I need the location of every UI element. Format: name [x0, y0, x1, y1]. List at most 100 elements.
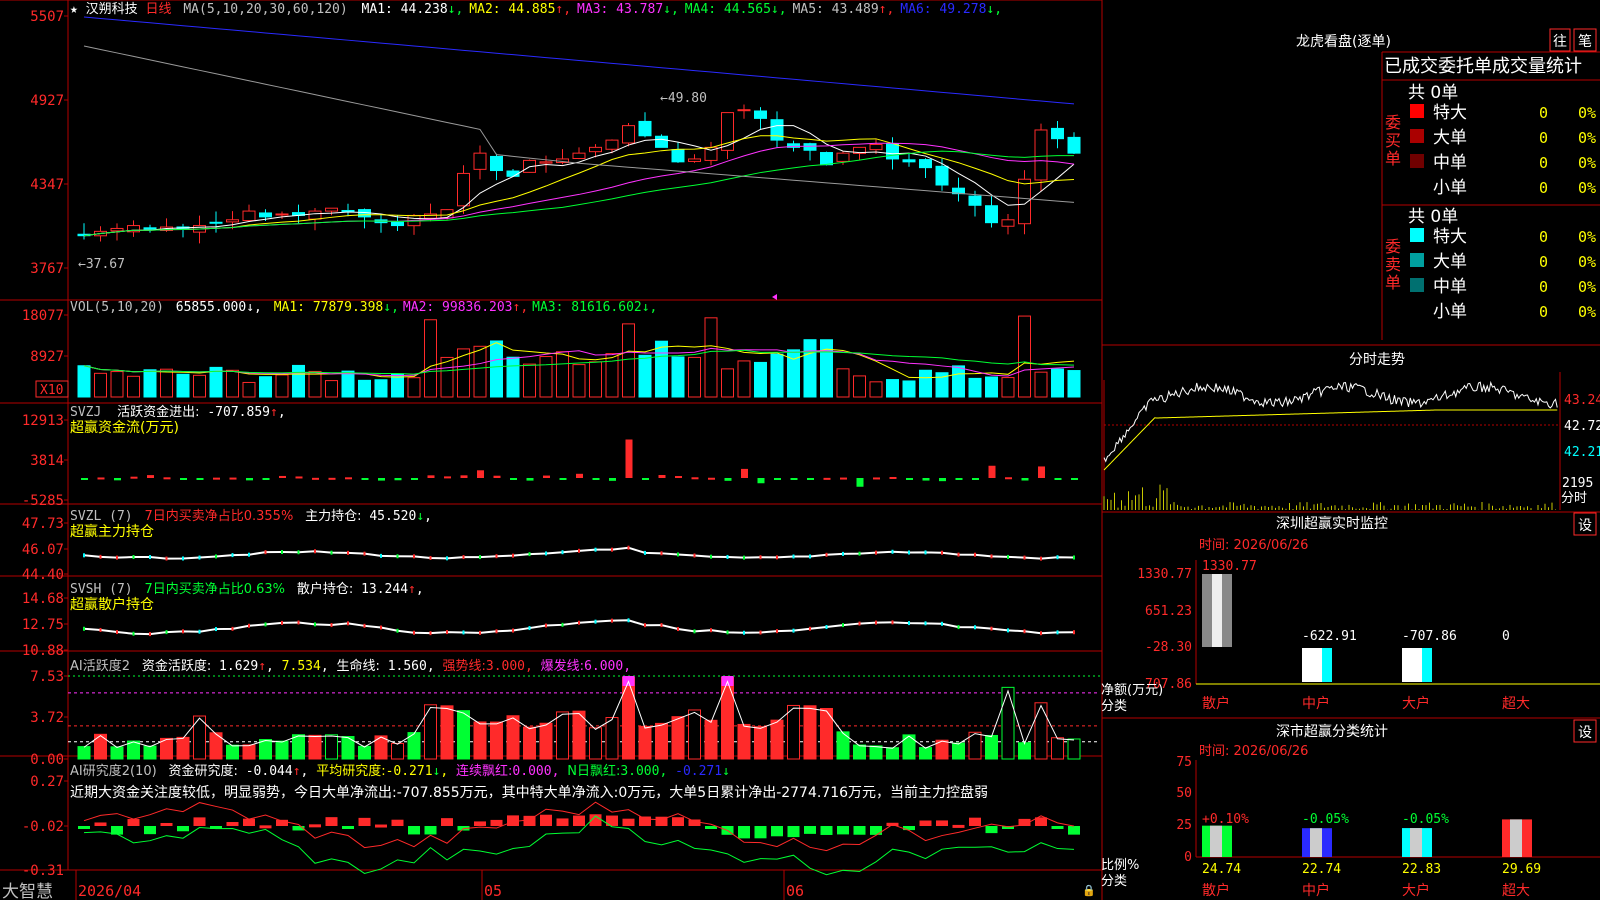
research-bar[interactable] — [358, 817, 371, 826]
research-bar[interactable] — [705, 826, 717, 829]
candle[interactable] — [473, 152, 487, 170]
activity-bar[interactable] — [589, 727, 602, 760]
activity-bar[interactable] — [721, 676, 734, 760]
volume-bar[interactable] — [886, 379, 899, 398]
volume-bar[interactable] — [160, 368, 173, 398]
research-bar[interactable] — [375, 824, 387, 828]
volume-bar[interactable] — [127, 375, 140, 398]
volume-bar[interactable] — [308, 370, 322, 398]
activity-bar[interactable] — [1001, 686, 1015, 760]
volume-bar[interactable] — [407, 377, 421, 398]
svzj-bar[interactable] — [427, 475, 435, 478]
activity-bar[interactable] — [506, 715, 520, 760]
volume-bar[interactable] — [737, 360, 751, 398]
activity-bar[interactable] — [605, 717, 619, 760]
activity-bar[interactable] — [754, 726, 767, 760]
svzj-bar[interactable] — [378, 478, 385, 481]
activity-bar[interactable] — [655, 722, 668, 760]
volume-bar[interactable] — [787, 349, 800, 398]
volume-bar[interactable] — [803, 339, 817, 398]
research-bar[interactable] — [1068, 826, 1080, 835]
svzj-bar[interactable] — [559, 478, 567, 480]
activity-bar[interactable] — [259, 739, 272, 760]
research-bar[interactable] — [1051, 826, 1064, 829]
activity-bar[interactable] — [770, 719, 784, 760]
research-bar[interactable] — [738, 826, 750, 839]
volume-bar[interactable] — [836, 368, 850, 398]
research-bar[interactable] — [837, 826, 849, 835]
activity-bar[interactable] — [622, 676, 635, 760]
activity-bar[interactable] — [985, 734, 998, 760]
research-bar[interactable] — [556, 818, 569, 826]
activity-bar[interactable] — [358, 745, 371, 760]
research-bar[interactable] — [754, 826, 767, 839]
candle[interactable] — [226, 219, 239, 223]
candle[interactable] — [968, 195, 982, 206]
research-bar[interactable] — [342, 826, 354, 829]
class-settings-label[interactable]: 设 — [1578, 725, 1592, 741]
candle[interactable] — [803, 143, 817, 151]
candle[interactable] — [259, 212, 272, 218]
research-bar[interactable] — [391, 819, 404, 826]
volume-bar[interactable] — [589, 361, 602, 398]
volume-bar[interactable] — [110, 371, 124, 398]
candle[interactable] — [836, 152, 850, 162]
volume-bar[interactable] — [292, 364, 305, 398]
activity-bar[interactable] — [275, 740, 289, 760]
activity-bar[interactable] — [556, 711, 569, 760]
activity-bar[interactable] — [226, 744, 239, 760]
research-bar[interactable] — [474, 821, 486, 826]
intraday-title[interactable]: 分时走势 — [1349, 352, 1405, 368]
activity-bar[interactable] — [490, 721, 503, 760]
svzj-bar[interactable] — [675, 476, 682, 479]
activity-bar[interactable] — [325, 734, 338, 760]
svzj-bar[interactable] — [543, 475, 550, 478]
activity-bar[interactable] — [242, 744, 256, 760]
svzj-bar[interactable] — [642, 478, 649, 480]
research-bar[interactable] — [787, 826, 800, 838]
svzj-bar[interactable] — [246, 478, 253, 481]
svzj-bar[interactable] — [130, 476, 138, 479]
svzj-bar[interactable] — [757, 478, 765, 484]
research-bar[interactable] — [688, 819, 701, 826]
tab-tick-label[interactable]: 笔 — [1578, 34, 1592, 50]
volume-bar[interactable] — [1018, 315, 1031, 398]
volume-bar[interactable] — [358, 379, 371, 398]
activity-bar[interactable] — [1067, 738, 1081, 760]
candle[interactable] — [770, 119, 784, 141]
svzj-chart[interactable] — [81, 439, 1078, 487]
activity-bar[interactable] — [704, 719, 718, 760]
price-chart[interactable] — [77, 16, 1081, 300]
candle[interactable] — [985, 205, 998, 224]
volume-bar[interactable] — [275, 374, 289, 398]
svzj-bar[interactable] — [576, 473, 583, 478]
activity-bar[interactable] — [77, 746, 91, 760]
volume-bar[interactable] — [176, 373, 190, 398]
volume-bar[interactable] — [869, 381, 883, 398]
activity-bar[interactable] — [1051, 737, 1064, 760]
svzj-bar[interactable] — [972, 478, 979, 480]
volume-bar[interactable] — [721, 368, 734, 398]
svzj-bar[interactable] — [312, 477, 319, 480]
svzj-bar[interactable] — [229, 477, 237, 480]
svzj-bar[interactable] — [493, 475, 501, 478]
activity-bar[interactable] — [391, 742, 404, 760]
research-bar[interactable] — [919, 820, 932, 826]
ai-research-chart[interactable] — [78, 801, 1080, 876]
svzj-bar[interactable] — [840, 477, 847, 480]
svzj-bar[interactable] — [262, 478, 270, 480]
volume-chart[interactable] — [77, 315, 1081, 398]
volume-bar[interactable] — [919, 369, 932, 398]
svzj-bar[interactable] — [724, 478, 732, 481]
candle[interactable] — [341, 209, 355, 212]
svzj-bar[interactable] — [279, 475, 286, 478]
volume-bar[interactable] — [1001, 377, 1015, 398]
activity-bar[interactable] — [176, 736, 190, 760]
candle[interactable] — [638, 120, 652, 137]
research-bar[interactable] — [853, 826, 866, 835]
svzj-bar[interactable] — [1054, 478, 1062, 480]
svzj-bar[interactable] — [807, 478, 814, 480]
candle[interactable] — [820, 152, 833, 166]
research-bar[interactable] — [127, 819, 140, 826]
svzj-bar[interactable] — [180, 478, 187, 480]
